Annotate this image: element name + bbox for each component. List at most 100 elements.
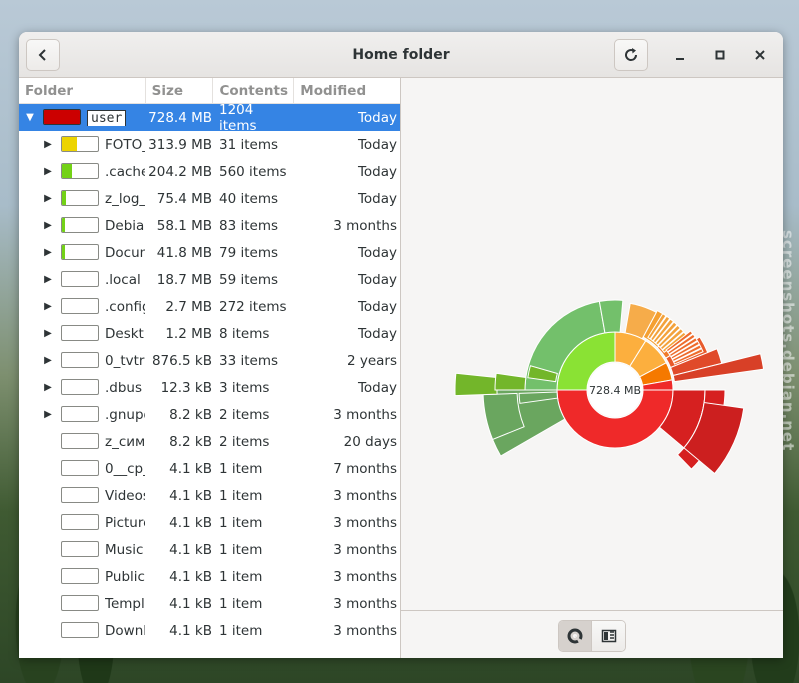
treemap-view-button[interactable] [592,621,625,651]
folder-modified: 3 months [333,568,397,585]
collapsed-arrow-icon[interactable]: ▶ [37,328,59,339]
usage-bar-fill [62,137,78,151]
folder-name: Debia [105,217,145,234]
folder-contents: 2 items [219,433,270,450]
ring-segment[interactable] [454,372,499,397]
usage-bar [61,325,99,341]
folder-size: 41.8 MB [156,244,212,261]
folder-contents: 272 items [219,298,287,315]
collapsed-arrow-icon[interactable]: ▶ [37,166,59,177]
folder-modified: Today [357,163,397,180]
tree-row[interactable]: ▶ .cache 204.2 MB 560 items Today [19,158,400,185]
folder-size: 4.1 kB [169,622,212,639]
tree-row[interactable]: ▶ FOTO_ 313.9 MB 31 items Today [19,131,400,158]
folder-size: 8.2 kB [169,406,212,423]
folder-modified: 3 months [333,487,397,504]
folder-modified: Today [357,379,397,396]
folder-name: z_сим [105,433,145,450]
folder-modified: Today [357,325,397,342]
column-contents[interactable]: Contents [213,78,295,104]
tree-row[interactable]: ▶ 0_tvtr 876.5 kB 33 items 2 years [19,347,400,374]
tree-row[interactable]: ▶ .dbus 12.3 kB 3 items Today [19,374,400,401]
folder-contents: 79 items [219,244,279,261]
folder-size: 4.1 kB [169,541,212,558]
folder-contents: 3 items [219,379,270,396]
collapsed-arrow-icon[interactable]: ▶ [37,274,59,285]
window-maximize-icon [715,50,725,60]
usage-bar [61,271,99,287]
collapsed-arrow-icon[interactable]: ▶ [37,193,59,204]
rings-chart-icon [567,628,583,644]
usage-bar [61,433,99,449]
collapsed-arrow-icon[interactable]: ▶ [37,247,59,258]
collapsed-arrow-icon[interactable]: ▶ [37,355,59,366]
folder-name: .cache [105,163,145,180]
folder-name: Picture [105,514,145,531]
tree-row[interactable]: z_сим 8.2 kB 2 items 20 days [19,428,400,455]
column-folder[interactable]: Folder [19,78,146,104]
tree-row[interactable]: ▶ .gnupg 8.2 kB 2 items 3 months [19,401,400,428]
folder-size: 4.1 kB [169,487,212,504]
folder-size: 2.7 MB [165,298,212,315]
tree-row[interactable]: ▶ Debia 58.1 MB 83 items 3 months [19,212,400,239]
ring-segment[interactable] [494,372,527,391]
collapsed-arrow-icon[interactable]: ▶ [37,382,59,393]
chart-pane: 728.4 MB [401,78,783,658]
usage-bar [61,190,99,206]
tree-row[interactable]: ▶ .config 2.7 MB 272 items Today [19,293,400,320]
folder-contents: 40 items [219,190,279,207]
treemap-chart-icon [601,629,616,643]
folder-contents: 1 item [219,568,263,585]
folder-modified: Today [357,109,397,126]
collapsed-arrow-icon[interactable]: ▶ [37,409,59,420]
usage-bar-fill [62,245,65,259]
tree-row-root[interactable]: ▼ user 728.4 MB 1204 items Today [19,102,400,134]
close-button[interactable] [749,44,771,66]
column-modified[interactable]: Modified [294,78,400,104]
rings-view-button[interactable] [559,621,592,651]
usage-bar [61,460,99,476]
maximize-button[interactable] [709,44,731,66]
folder-contents: 2 items [219,406,270,423]
usage-bar [61,136,99,152]
folder-contents: 1 item [219,622,263,639]
collapsed-arrow-icon[interactable]: ▶ [37,301,59,312]
folder-name: Public [105,568,145,585]
folder-contents: 1 item [219,514,263,531]
tree-row[interactable]: ▶ Docum 41.8 MB 79 items Today [19,239,400,266]
folder-size: 4.1 kB [169,514,212,531]
usage-bar [43,109,81,125]
ring-center-label: 728.4 MB [589,384,641,397]
folder-name: Docum [105,244,145,261]
folder-name: user [87,109,147,126]
folder-name: Deskt [105,325,144,342]
tree-row[interactable]: ▶ .local 18.7 MB 59 items Today [19,266,400,293]
tree-row[interactable]: ▶ z_log_ 75.4 MB 40 items Today [19,185,400,212]
column-size[interactable]: Size [146,78,214,104]
folder-name: 0_tvtr [105,352,145,369]
collapsed-arrow-icon[interactable]: ▶ [37,220,59,231]
ring-chart-area[interactable]: 728.4 MB [401,78,783,610]
chart-type-switcher [558,620,626,652]
column-header: Folder Size Contents Modified [19,78,400,104]
expanded-arrow-icon[interactable]: ▼ [19,112,41,123]
tree-row[interactable]: Picture 4.1 kB 1 item 3 months [19,509,400,536]
folder-contents: 8 items [219,325,270,342]
tree-row[interactable]: 0__cp_ 4.1 kB 1 item 7 months [19,455,400,482]
tree-row[interactable]: ▶ Deskt 1.2 MB 8 items Today [19,320,400,347]
collapsed-arrow-icon[interactable]: ▶ [37,139,59,150]
minimize-button[interactable] [669,44,691,66]
folder-modified: 3 months [333,406,397,423]
tree-row[interactable]: Music 4.1 kB 1 item 3 months [19,536,400,563]
refresh-button[interactable] [614,39,648,71]
usage-bar [61,622,99,638]
usage-bar [61,406,99,422]
folder-size: 728.4 MB [148,109,212,126]
tree-row[interactable]: Videos 4.1 kB 1 item 3 months [19,482,400,509]
folder-name: .config [105,298,145,315]
tree-row[interactable]: Public 4.1 kB 1 item 3 months [19,563,400,590]
back-button[interactable] [26,39,60,71]
ring-chart[interactable]: 728.4 MB [401,78,783,610]
tree-row[interactable]: Templ 4.1 kB 1 item 3 months [19,590,400,617]
tree-row[interactable]: Downl 4.1 kB 1 item 3 months [19,617,400,644]
